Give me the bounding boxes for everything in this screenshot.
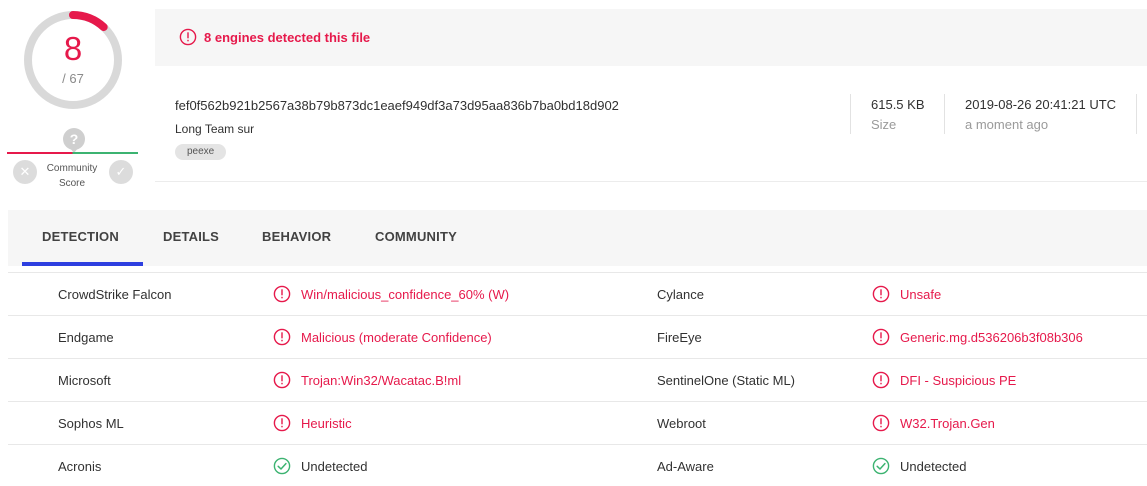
engine-name: Microsoft (58, 373, 111, 388)
engine-name: Cylance (657, 287, 704, 302)
detected-count: 8 (63, 30, 83, 67)
detection-result: Unsafe (900, 287, 942, 302)
total-engines: / 67 (62, 71, 84, 86)
detection-result: DFI - Suspicious PE (900, 373, 1017, 388)
alert-circle-icon (273, 371, 291, 389)
table-row: Endgame Malicious (moderate Confidence) Fi… (8, 315, 1147, 358)
file-tag[interactable]: peexe (175, 144, 227, 160)
divider (944, 94, 945, 134)
engine-name: Ad-Aware (657, 459, 714, 474)
engine-name: Webroot (657, 416, 706, 431)
file-size-label: Size (871, 117, 897, 132)
detection-result: Undetected (301, 459, 368, 474)
divider (850, 94, 851, 134)
detection-result: Malicious (moderate Confidence) (301, 330, 492, 345)
table-row: Sophos ML Heuristic Webroot W32.Trojan.Gen (8, 401, 1147, 444)
divider (1136, 94, 1137, 134)
detection-result: Win/malicious_confidence_60% (W) (301, 287, 510, 302)
alert-message: 8 engines detected this file (204, 30, 371, 45)
tab-behavior[interactable]: BEHAVIOR (262, 229, 331, 244)
scan-date-relative: a moment ago (965, 117, 1049, 132)
detection-result: Generic.mg.d536206b3f08b306 (900, 330, 1083, 345)
table-row: Acronis Undetected Ad-Aware Undetected (8, 444, 1147, 486)
file-hash[interactable]: fef0f562b921b2567a38b79b873dc1eaef949df3… (175, 98, 619, 113)
alert-circle-icon (179, 28, 197, 46)
alert-circle-icon (872, 328, 890, 346)
detection-score-gauge: 8 / 67 (22, 9, 124, 111)
vote-harmless-icon[interactable]: ✓ (109, 160, 133, 184)
alert-circle-icon (872, 371, 890, 389)
check-circle-icon (273, 457, 291, 475)
alert-circle-icon (273, 285, 291, 303)
check-circle-icon (872, 457, 890, 475)
file-size: 615.5 KB (871, 97, 925, 112)
tab-details[interactable]: DETAILS (163, 229, 219, 244)
detection-result: Heuristic (301, 416, 352, 431)
table-row: CrowdStrike Falcon Win/malicious_confiden… (8, 272, 1147, 315)
community-score: ? ✕ Community Score ✓ (7, 128, 138, 192)
detection-result: Trojan:Win32/Wacatac.B!ml (301, 373, 462, 388)
file-name: Long Team sur (175, 122, 255, 136)
detections-table: CrowdStrike Falcon Win/malicious_confiden… (8, 272, 1147, 486)
tab-community[interactable]: COMMUNITY (375, 229, 457, 244)
alert-circle-icon (872, 285, 890, 303)
file-info: fef0f562b921b2567a38b79b873dc1eaef949df3… (155, 66, 1147, 182)
engine-name: Acronis (58, 459, 102, 474)
alert-circle-icon (273, 414, 291, 432)
detection-alert: 8 engines detected this file (155, 9, 1147, 66)
scan-date: 2019-08-26 20:41:21 UTC (965, 97, 1117, 112)
alert-circle-icon (273, 328, 291, 346)
table-row: Microsoft Trojan:Win32/Wacatac.B!ml Sentin… (8, 358, 1147, 401)
alert-circle-icon (872, 414, 890, 432)
engine-name: Sophos ML (58, 416, 124, 431)
tab-detection[interactable]: DETECTION (42, 229, 119, 244)
vote-malicious-icon[interactable]: ✕ (13, 160, 37, 184)
tab-bar: DETECTION DETAILS BEHAVIOR COMMUNITY (8, 210, 1147, 266)
detection-result: Undetected (900, 459, 967, 474)
engine-name: Endgame (58, 330, 114, 345)
engine-name: SentinelOne (Static ML) (657, 373, 796, 388)
detection-result: W32.Trojan.Gen (900, 416, 995, 431)
engine-name: FireEye (657, 330, 702, 345)
community-score-label: Community Score (46, 163, 98, 189)
community-score-bar (7, 152, 138, 154)
engine-name: CrowdStrike Falcon (58, 287, 172, 302)
active-tab-indicator (22, 262, 143, 266)
